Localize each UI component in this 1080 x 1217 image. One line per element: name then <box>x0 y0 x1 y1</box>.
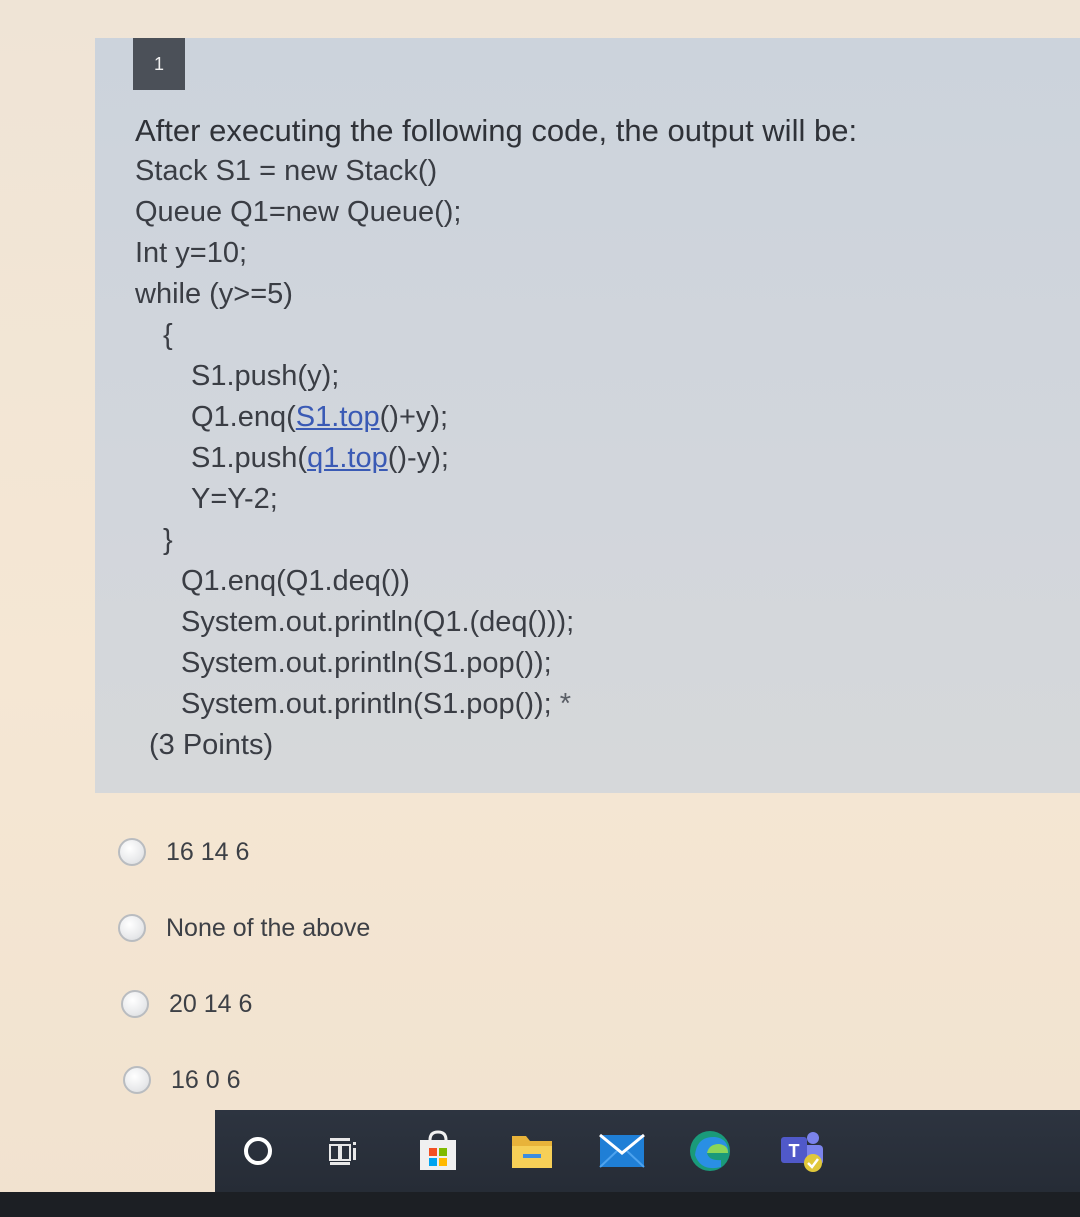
option-16-14-6[interactable]: 16 14 6 <box>118 830 370 874</box>
code-line: S1.push(q1.top()-y); <box>135 438 1055 479</box>
option-label[interactable]: 20 14 6 <box>169 990 252 1019</box>
question-text: After executing the following code, the … <box>135 110 1055 766</box>
code-text: Q1.enq( <box>191 401 296 433</box>
taskbar: T <box>215 1110 1080 1192</box>
question-card: 1 After executing the following code, th… <box>95 38 1080 793</box>
mail-icon[interactable] <box>597 1131 647 1171</box>
store-icon[interactable] <box>415 1128 461 1174</box>
code-line: System.out.println(S1.pop()); <box>181 647 552 679</box>
file-explorer-icon[interactable] <box>509 1130 555 1172</box>
option-label[interactable]: None of the above <box>166 914 370 943</box>
option-label[interactable]: 16 0 6 <box>171 1066 241 1095</box>
code-text: System.out.println(S1.pop()); <box>181 688 552 720</box>
code-line: while (y>=5) <box>135 278 293 310</box>
code-line: System.out.println(Q1.(deq())); <box>181 606 575 638</box>
code-line: Q1.enq(S1.top()+y); <box>135 397 1055 438</box>
code-line: S1.push(y); <box>191 360 340 392</box>
option-label[interactable]: 16 14 6 <box>166 838 249 867</box>
edge-icon[interactable] <box>687 1128 733 1174</box>
required-marker: * <box>559 688 572 720</box>
svg-text:T: T <box>789 1141 800 1161</box>
code-line: } <box>163 524 173 556</box>
code-line: Queue Q1=new Queue(); <box>135 196 462 228</box>
code-text: ()+y); <box>379 401 449 433</box>
option-20-14-6[interactable]: 20 14 6 <box>121 982 370 1026</box>
radio-button[interactable] <box>118 914 146 942</box>
screen-bezel <box>0 1192 1080 1217</box>
answer-options: 16 14 6 None of the above 20 14 6 16 0 6 <box>118 830 370 1134</box>
question-number-badge: 1 <box>133 38 185 90</box>
task-view-icon[interactable] <box>327 1134 361 1168</box>
code-line: Q1.enq(Q1.deq()) <box>181 565 410 597</box>
option-none-of-the-above[interactable]: None of the above <box>118 906 370 950</box>
question-points: (3 Points) <box>149 729 274 761</box>
question-title: After executing the following code, the … <box>135 113 858 148</box>
code-text: S1.push( <box>191 442 308 474</box>
code-line: Int y=10; <box>135 237 248 269</box>
q1-top-link[interactable]: q1.top <box>307 442 388 474</box>
teams-icon[interactable]: T <box>775 1127 829 1175</box>
code-line: { <box>163 319 173 351</box>
code-line: System.out.println(S1.pop()); * <box>135 684 1055 725</box>
option-16-0-6[interactable]: 16 0 6 <box>123 1058 370 1102</box>
s1-top-link[interactable]: S1.top <box>296 401 380 433</box>
radio-button[interactable] <box>123 1066 151 1094</box>
radio-button[interactable] <box>118 838 146 866</box>
code-line: Stack S1 = new Stack() <box>135 155 438 187</box>
search-icon[interactable] <box>241 1134 275 1168</box>
code-line: Y=Y-2; <box>191 483 278 515</box>
code-text: ()-y); <box>387 442 449 474</box>
radio-button[interactable] <box>121 990 149 1018</box>
